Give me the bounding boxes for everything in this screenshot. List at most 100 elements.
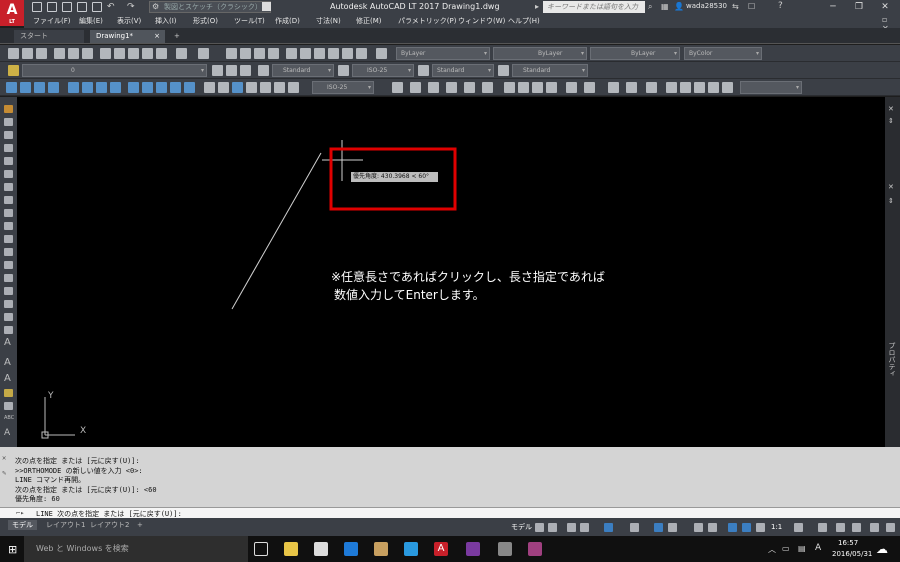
text-edit-tool-icon[interactable]: A [4, 374, 13, 384]
media-icon[interactable] [374, 542, 388, 556]
rotate-icon[interactable] [446, 82, 457, 93]
restore-button[interactable]: ❐ [846, 0, 872, 14]
user-icon[interactable]: 👤 [674, 2, 684, 11]
new-tab-button[interactable]: + [168, 30, 184, 43]
plot-icon[interactable] [54, 48, 65, 59]
open-icon[interactable] [47, 2, 57, 12]
stay-connected-icon[interactable]: ☐ [748, 2, 755, 11]
zoom-window-icon[interactable] [254, 48, 265, 59]
layer-isolate-icon[interactable] [240, 65, 251, 76]
menu-dimension[interactable]: 寸法(N) [316, 16, 341, 26]
layer-previous-icon[interactable] [226, 65, 237, 76]
sheetset-icon[interactable] [328, 48, 339, 59]
palette2-autohide-icon[interactable]: ⇕ [888, 197, 894, 205]
menu-view[interactable]: 表示(V) [117, 16, 141, 26]
offset-icon[interactable] [608, 82, 619, 93]
tablestyle-combo[interactable]: Standard [432, 64, 494, 77]
palette-title[interactable]: プロパティ [887, 342, 897, 377]
isolate-icon[interactable] [836, 523, 845, 532]
stretch-icon[interactable] [428, 82, 439, 93]
dim-continue-icon[interactable] [246, 82, 257, 93]
tolerance-icon[interactable] [288, 82, 299, 93]
designcenter-icon[interactable] [300, 48, 311, 59]
search-icon[interactable]: ⌕ [648, 2, 652, 12]
taskbar-search[interactable]: Web と Windows を検索 [24, 536, 248, 562]
revcloud-tool-icon[interactable] [4, 183, 13, 191]
layout-tab-2[interactable]: レイアウト2 [86, 520, 133, 530]
hatch-icon[interactable] [666, 82, 677, 93]
help-icon[interactable] [376, 48, 387, 59]
copy-icon[interactable] [114, 48, 125, 59]
block-icon[interactable] [680, 82, 691, 93]
hardware-accel-icon[interactable] [852, 523, 861, 532]
file-explorer-icon[interactable] [284, 542, 298, 556]
palette-autohide-icon[interactable]: ⇕ [888, 117, 894, 125]
properties-icon[interactable] [286, 48, 297, 59]
customization-icon[interactable] [886, 523, 895, 532]
menu-modify[interactable]: 修正(M) [356, 16, 382, 26]
clock-date[interactable]: 2016/05/31 [832, 550, 872, 558]
matchprop-icon[interactable] [142, 48, 153, 59]
action-center-icon[interactable]: ☁ [876, 542, 888, 556]
edge-icon[interactable] [344, 542, 358, 556]
subscription-icon[interactable]: ▦ [661, 2, 669, 11]
cut-icon[interactable] [100, 48, 111, 59]
app-icon-3[interactable] [528, 542, 542, 556]
annotation-scale-value[interactable]: 1:1 [771, 523, 782, 531]
mleaderstyle-combo[interactable]: Standard [512, 64, 588, 77]
extra-combo[interactable] [740, 81, 802, 94]
search-arrow-icon[interactable]: ▸ [535, 2, 539, 11]
dim-angular-icon[interactable] [232, 82, 243, 93]
gradient-tool-icon[interactable] [4, 274, 13, 282]
undo-icon[interactable]: ↶ [107, 2, 117, 12]
make-current-icon[interactable] [212, 65, 223, 76]
task-view-icon[interactable] [254, 542, 268, 556]
add-icon[interactable] [818, 523, 827, 532]
plotstyle-combo[interactable]: ByColor [684, 47, 762, 60]
search-input[interactable] [543, 1, 645, 13]
copy-object-icon[interactable] [410, 82, 421, 93]
block-tool-icon[interactable] [4, 235, 13, 243]
clock-time[interactable]: 16:57 [838, 539, 858, 547]
layer-combo[interactable]: 0 [22, 64, 207, 77]
network-icon[interactable]: ▭ [782, 544, 790, 553]
quickcalc-icon[interactable] [356, 48, 367, 59]
otrack-icon[interactable] [630, 523, 639, 532]
table-tool-icon[interactable] [4, 300, 13, 308]
palette-close-icon[interactable]: ✕ [888, 105, 894, 113]
array-icon[interactable] [626, 82, 637, 93]
undo-2-icon[interactable] [532, 82, 543, 93]
snap-icon[interactable] [548, 523, 557, 532]
arc-tool-icon[interactable] [4, 157, 13, 165]
textstyle-combo[interactable]: Standard [272, 64, 334, 77]
isodraft-icon[interactable] [604, 523, 613, 532]
app-icon-1[interactable] [466, 542, 480, 556]
text-style-tool-icon[interactable]: A [4, 429, 13, 438]
autoscale-icon[interactable] [742, 523, 751, 532]
triangle-icon[interactable] [110, 82, 121, 93]
save-as-icon[interactable] [77, 2, 87, 12]
layout-tab-add[interactable]: + [133, 520, 147, 530]
magnifier-tool-icon[interactable] [4, 402, 13, 410]
point-tool-icon[interactable] [4, 248, 13, 256]
layout-tab-model[interactable]: モデル [8, 520, 37, 530]
workspace-chevron-icon[interactable] [262, 2, 271, 11]
polar-icon[interactable] [580, 523, 589, 532]
textstyle-icon[interactable] [258, 65, 269, 76]
model-space-button[interactable]: モデル [511, 522, 532, 532]
open-icon[interactable] [22, 48, 33, 59]
cloud-tool-icon[interactable] [4, 326, 13, 334]
circle-tool-icon[interactable] [4, 170, 13, 178]
linetype-combo[interactable]: ByLayer [493, 47, 587, 60]
dimstyle-combo[interactable]: ISO-25 [352, 64, 414, 77]
color-combo[interactable]: ByLayer [396, 47, 490, 60]
drawing-canvas[interactable]: 優先角度: 430.3968 < 60° ※任意長さであればクリックし、長さ指定… [17, 97, 885, 447]
lineweight-icon[interactable] [668, 523, 677, 532]
selection-cycling-icon[interactable] [708, 523, 717, 532]
lineweight-combo[interactable]: ByLayer [590, 47, 680, 60]
menu-tools[interactable]: ツール(T) [234, 16, 265, 26]
delete-icon[interactable] [518, 82, 529, 93]
workspace-switch-icon[interactable] [794, 523, 803, 532]
autocad-taskbar-icon[interactable]: A [434, 542, 448, 556]
markup-icon[interactable] [342, 48, 353, 59]
